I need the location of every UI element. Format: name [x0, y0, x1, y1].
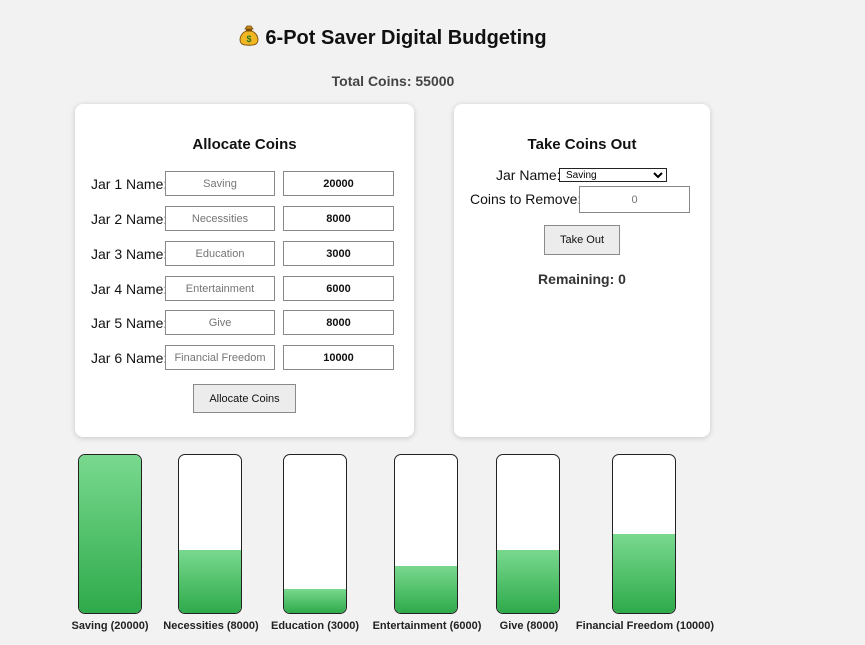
jar-fill [179, 549, 241, 613]
jar-4-amount-input[interactable] [283, 276, 394, 301]
take-coins-panel: Take Coins Out Jar Name: Saving Coins to… [454, 104, 710, 437]
jar-fill [395, 565, 457, 613]
jar-fill [79, 455, 141, 613]
coins-to-remove-input[interactable] [579, 186, 690, 213]
jar-fill [284, 589, 346, 613]
jar-financial-freedom [612, 454, 676, 614]
jar-give [496, 454, 560, 614]
jar-label: Saving (20000) [71, 620, 149, 632]
jar-education [283, 454, 347, 614]
jar-5-amount-input[interactable] [283, 310, 394, 335]
jar-label: Give (8000) [499, 620, 559, 632]
svg-text:$: $ [247, 34, 252, 44]
jar-1-name-input[interactable] [165, 171, 275, 196]
jar-entertainment [394, 454, 458, 614]
jar-name-label: Jar 6 Name: [91, 350, 168, 366]
jar-3-name-input[interactable] [165, 241, 275, 266]
jar-3-amount-input[interactable] [283, 241, 394, 266]
page-title: $ 6-Pot Saver Digital Budgeting [0, 25, 786, 53]
allocate-coins-button[interactable]: Allocate Coins [193, 384, 296, 413]
money-bag-icon: $ [239, 25, 259, 53]
total-coins: Total Coins: 55000 [331, 73, 455, 89]
jar-select[interactable]: Saving [559, 168, 667, 182]
jar-saving [78, 454, 142, 614]
jar-label: Necessities (8000) [163, 620, 259, 632]
jar-2-amount-input[interactable] [283, 206, 394, 231]
jar-name-label: Jar 5 Name: [91, 315, 168, 331]
allocate-heading: Allocate Coins [192, 136, 297, 153]
jar-6-name-input[interactable] [165, 345, 275, 370]
jar-4-name-input[interactable] [165, 276, 275, 301]
jar-fill [613, 534, 675, 613]
jar-select-label: Jar Name: [496, 167, 561, 183]
title-text: 6-Pot Saver Digital Budgeting [265, 27, 547, 49]
jar-5-name-input[interactable] [165, 310, 275, 335]
jar-name-label: Jar 4 Name: [91, 281, 168, 297]
coins-to-remove-label: Coins to Remove: [470, 191, 582, 207]
jar-6-amount-input[interactable] [283, 345, 394, 370]
jar-2-name-input[interactable] [165, 206, 275, 231]
allocate-panel: Allocate Coins Jar 1 Name: Jar 2 Name: J… [75, 104, 414, 437]
remaining-text: Remaining: 0 [538, 271, 626, 287]
jar-1-amount-input[interactable] [283, 171, 394, 196]
jar-name-label: Jar 3 Name: [91, 246, 168, 262]
jar-label: Entertainment (6000) [372, 620, 482, 632]
take-out-button[interactable]: Take Out [544, 225, 620, 255]
take-coins-heading: Take Coins Out [527, 136, 637, 153]
jar-name-label: Jar 2 Name: [91, 211, 168, 227]
jar-fill [497, 549, 559, 613]
jar-label: Education (3000) [270, 620, 360, 632]
jar-name-label: Jar 1 Name: [91, 176, 168, 192]
jar-label: Financial Freedom (10000) [575, 620, 715, 632]
jar-necessities [178, 454, 242, 614]
